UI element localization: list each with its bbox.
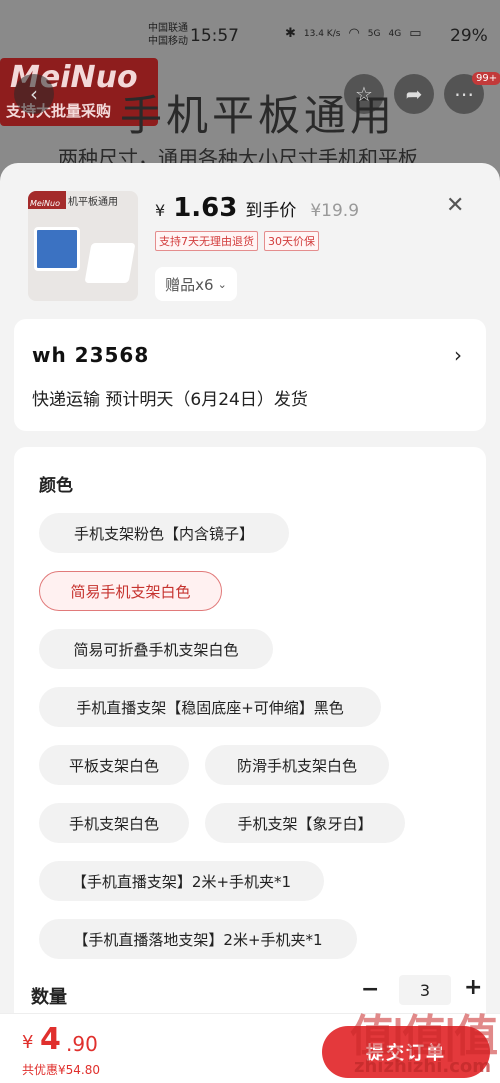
total-integer: 4 [40,1022,61,1057]
total-saving: 共优惠¥54.80 [22,1063,100,1077]
notification-badge: 99+ [472,72,500,85]
stand-image [84,243,136,283]
tag-price-protect: 30天价保 [264,231,319,251]
color-option[interactable]: 【手机直播落地支架】2米+手机夹*1 [39,919,357,959]
quantity-increase-button[interactable]: + [464,975,482,1000]
watermark-url: zhizhizhi.com [354,1056,492,1077]
thumb-title: 机平板通用 [68,197,118,208]
battery-icon: ▭ [409,26,422,41]
favorite-button[interactable]: ☆ [344,74,384,114]
options-card: 颜色 手机支架粉色【内含镜子】 简易手机支架白色 简易可折叠手机支架白色 手机直… [14,447,486,1083]
gift-label: 赠品x6 [165,275,214,294]
close-icon: ✕ [446,193,465,218]
carrier-2: 中国移动 [148,36,188,47]
back-button[interactable]: ‹ [14,74,54,114]
watermark-logo: 值|值|值 [350,1011,498,1062]
color-section-title: 颜色 [39,476,73,496]
sku-sheet: MeiNuo 机平板通用 ¥ 1.63 到手价 ¥19.9 ✕ 支持7天无理由退… [0,163,500,1083]
signal-4g: 4G [388,28,402,39]
product-thumbnail[interactable]: MeiNuo 机平板通用 [28,191,138,301]
color-option[interactable]: 手机支架【象牙白】 [205,803,405,843]
price-label: 到手价 [245,201,297,221]
carrier-info: 中国联通 中国移动 [148,22,188,48]
gift-dropdown[interactable]: 赠品x6 ⌄ [155,267,237,301]
close-button[interactable]: ✕ [446,193,464,218]
quantity-decrease-button[interactable]: − [361,977,379,1002]
color-option[interactable]: 手机直播支架【稳固底座+可伸缩】黑色 [39,687,381,727]
signal-5g: 5G [367,28,381,39]
tag-return: 支持7天无理由退货 [155,231,258,251]
star-icon: ☆ [355,82,373,106]
chevron-right-icon: › [454,343,462,367]
net-speed: 13.4 K/s [303,28,341,39]
original-price: ¥19.9 [310,201,360,221]
color-option[interactable]: 【手机直播支架】2米+手机夹*1 [39,861,324,901]
color-option[interactable]: 手机支架粉色【内含镜子】 [39,513,289,553]
price-symbol: ¥ [155,201,166,220]
chevron-left-icon: ‹ [30,82,38,106]
price-row: ¥ 1.63 到手价 ¥19.9 [155,193,359,223]
share-button[interactable]: ➦ [394,74,434,114]
shipping-estimate: 快递运输 预计明天（6月24日）发货 [32,390,308,410]
color-option[interactable]: 防滑手机支架白色 [205,745,389,785]
service-tags: 支持7天无理由退货 30天价保 [155,231,319,251]
total-decimal: .90 [66,1032,98,1056]
status-bar: 中国联通 中国移动 15:57 ✱ 13.4 K/s ◠ 5G 4G ▭ 29% [0,0,500,70]
product-summary: MeiNuo 机平板通用 ¥ 1.63 到手价 ¥19.9 ✕ 支持7天无理由退… [0,163,500,313]
address-card[interactable]: wh 23568 › 快递运输 预计明天（6月24日）发货 [14,319,486,431]
carrier-1: 中国联通 [148,23,188,34]
site-watermark: 值|值|值 zhizhizhi.com [350,1000,500,1083]
status-icons: ✱ 13.4 K/s ◠ 5G 4G ▭ [285,26,421,41]
thumb-logo-text: MeiNuo [30,199,60,208]
quantity-label: 数量 [31,987,67,1008]
thumb-logo: MeiNuo [28,191,66,209]
price-value: 1.63 [173,193,238,223]
share-icon: ➦ [405,82,423,106]
battery-percent: 29% [450,26,488,46]
color-option[interactable]: 手机支架白色 [39,803,189,843]
chevron-down-icon: ⌄ [217,277,227,291]
color-option-selected[interactable]: 简易手机支架白色 [39,571,222,611]
bluetooth-icon: ✱ [285,26,296,41]
tablet-image [34,227,80,271]
clock: 15:57 [190,26,239,46]
color-option[interactable]: 简易可折叠手机支架白色 [39,629,273,669]
color-option[interactable]: 平板支架白色 [39,745,189,785]
more-icon: ⋯ [454,82,474,106]
wifi-icon: ◠ [348,26,360,41]
recipient-name: wh 23568 [32,343,150,367]
total-symbol: ¥ [22,1032,34,1053]
